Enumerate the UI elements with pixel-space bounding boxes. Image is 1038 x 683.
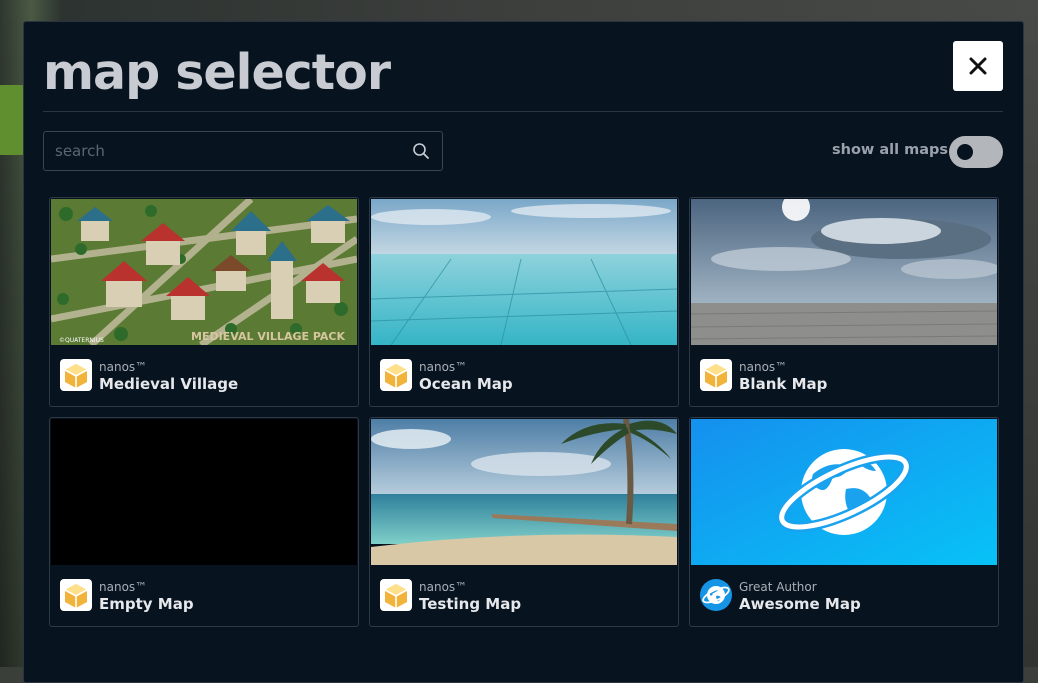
close-button[interactable] xyxy=(953,41,1003,91)
search-input[interactable] xyxy=(44,132,405,170)
search-box[interactable] xyxy=(43,131,443,171)
map-author: nanos™ xyxy=(99,580,148,594)
map-thumbnail: MEDIEVAL VILLAGE PACK ©QUATERNIUS xyxy=(51,199,357,345)
header-divider xyxy=(43,111,1003,112)
nanos-cube-icon xyxy=(380,579,412,611)
map-author: nanos™ xyxy=(99,360,148,374)
globe-icon xyxy=(700,579,732,611)
map-author: Great Author xyxy=(739,580,817,594)
map-card-empty-map[interactable]: nanos™ Empty Map xyxy=(49,417,359,627)
map-author: nanos™ xyxy=(739,360,788,374)
search-icon[interactable] xyxy=(412,142,430,160)
map-thumbnail xyxy=(51,419,357,565)
show-all-maps-toggle[interactable] xyxy=(949,136,1003,168)
nanos-cube-icon xyxy=(60,579,92,611)
map-card-ocean-map[interactable]: nanos™ Ocean Map xyxy=(369,197,679,407)
thumb-caption: MEDIEVAL VILLAGE PACK xyxy=(191,330,345,343)
show-all-maps-label: show all maps xyxy=(832,142,949,158)
close-icon xyxy=(969,57,987,75)
thumb-credit: ©QUATERNIUS xyxy=(59,337,104,344)
map-name: Empty Map xyxy=(99,595,194,613)
map-author: nanos™ xyxy=(419,360,468,374)
map-selector-modal: map selector show all maps xyxy=(23,21,1024,683)
nanos-cube-icon xyxy=(700,359,732,391)
map-name: Testing Map xyxy=(419,595,522,613)
map-card-testing-map[interactable]: nanos™ Testing Map xyxy=(369,417,679,627)
map-card-medieval-village[interactable]: MEDIEVAL VILLAGE PACK ©QUATERNIUS nanos™… xyxy=(49,197,359,407)
map-card-blank-map[interactable]: nanos™ Blank Map xyxy=(689,197,999,407)
map-name: Awesome Map xyxy=(739,595,861,613)
map-thumbnail xyxy=(371,199,677,345)
map-card-awesome-map[interactable]: Great Author Awesome Map xyxy=(689,417,999,627)
map-thumbnail xyxy=(371,419,677,565)
map-thumbnail xyxy=(691,419,997,565)
toggle-knob xyxy=(957,144,973,160)
map-author: nanos™ xyxy=(419,580,468,594)
map-thumbnail xyxy=(691,199,997,345)
page-title: map selector xyxy=(43,44,391,101)
nanos-cube-icon xyxy=(60,359,92,391)
map-name: Blank Map xyxy=(739,375,828,393)
map-name: Ocean Map xyxy=(419,375,513,393)
map-name: Medieval Village xyxy=(99,375,239,393)
nanos-cube-icon xyxy=(380,359,412,391)
